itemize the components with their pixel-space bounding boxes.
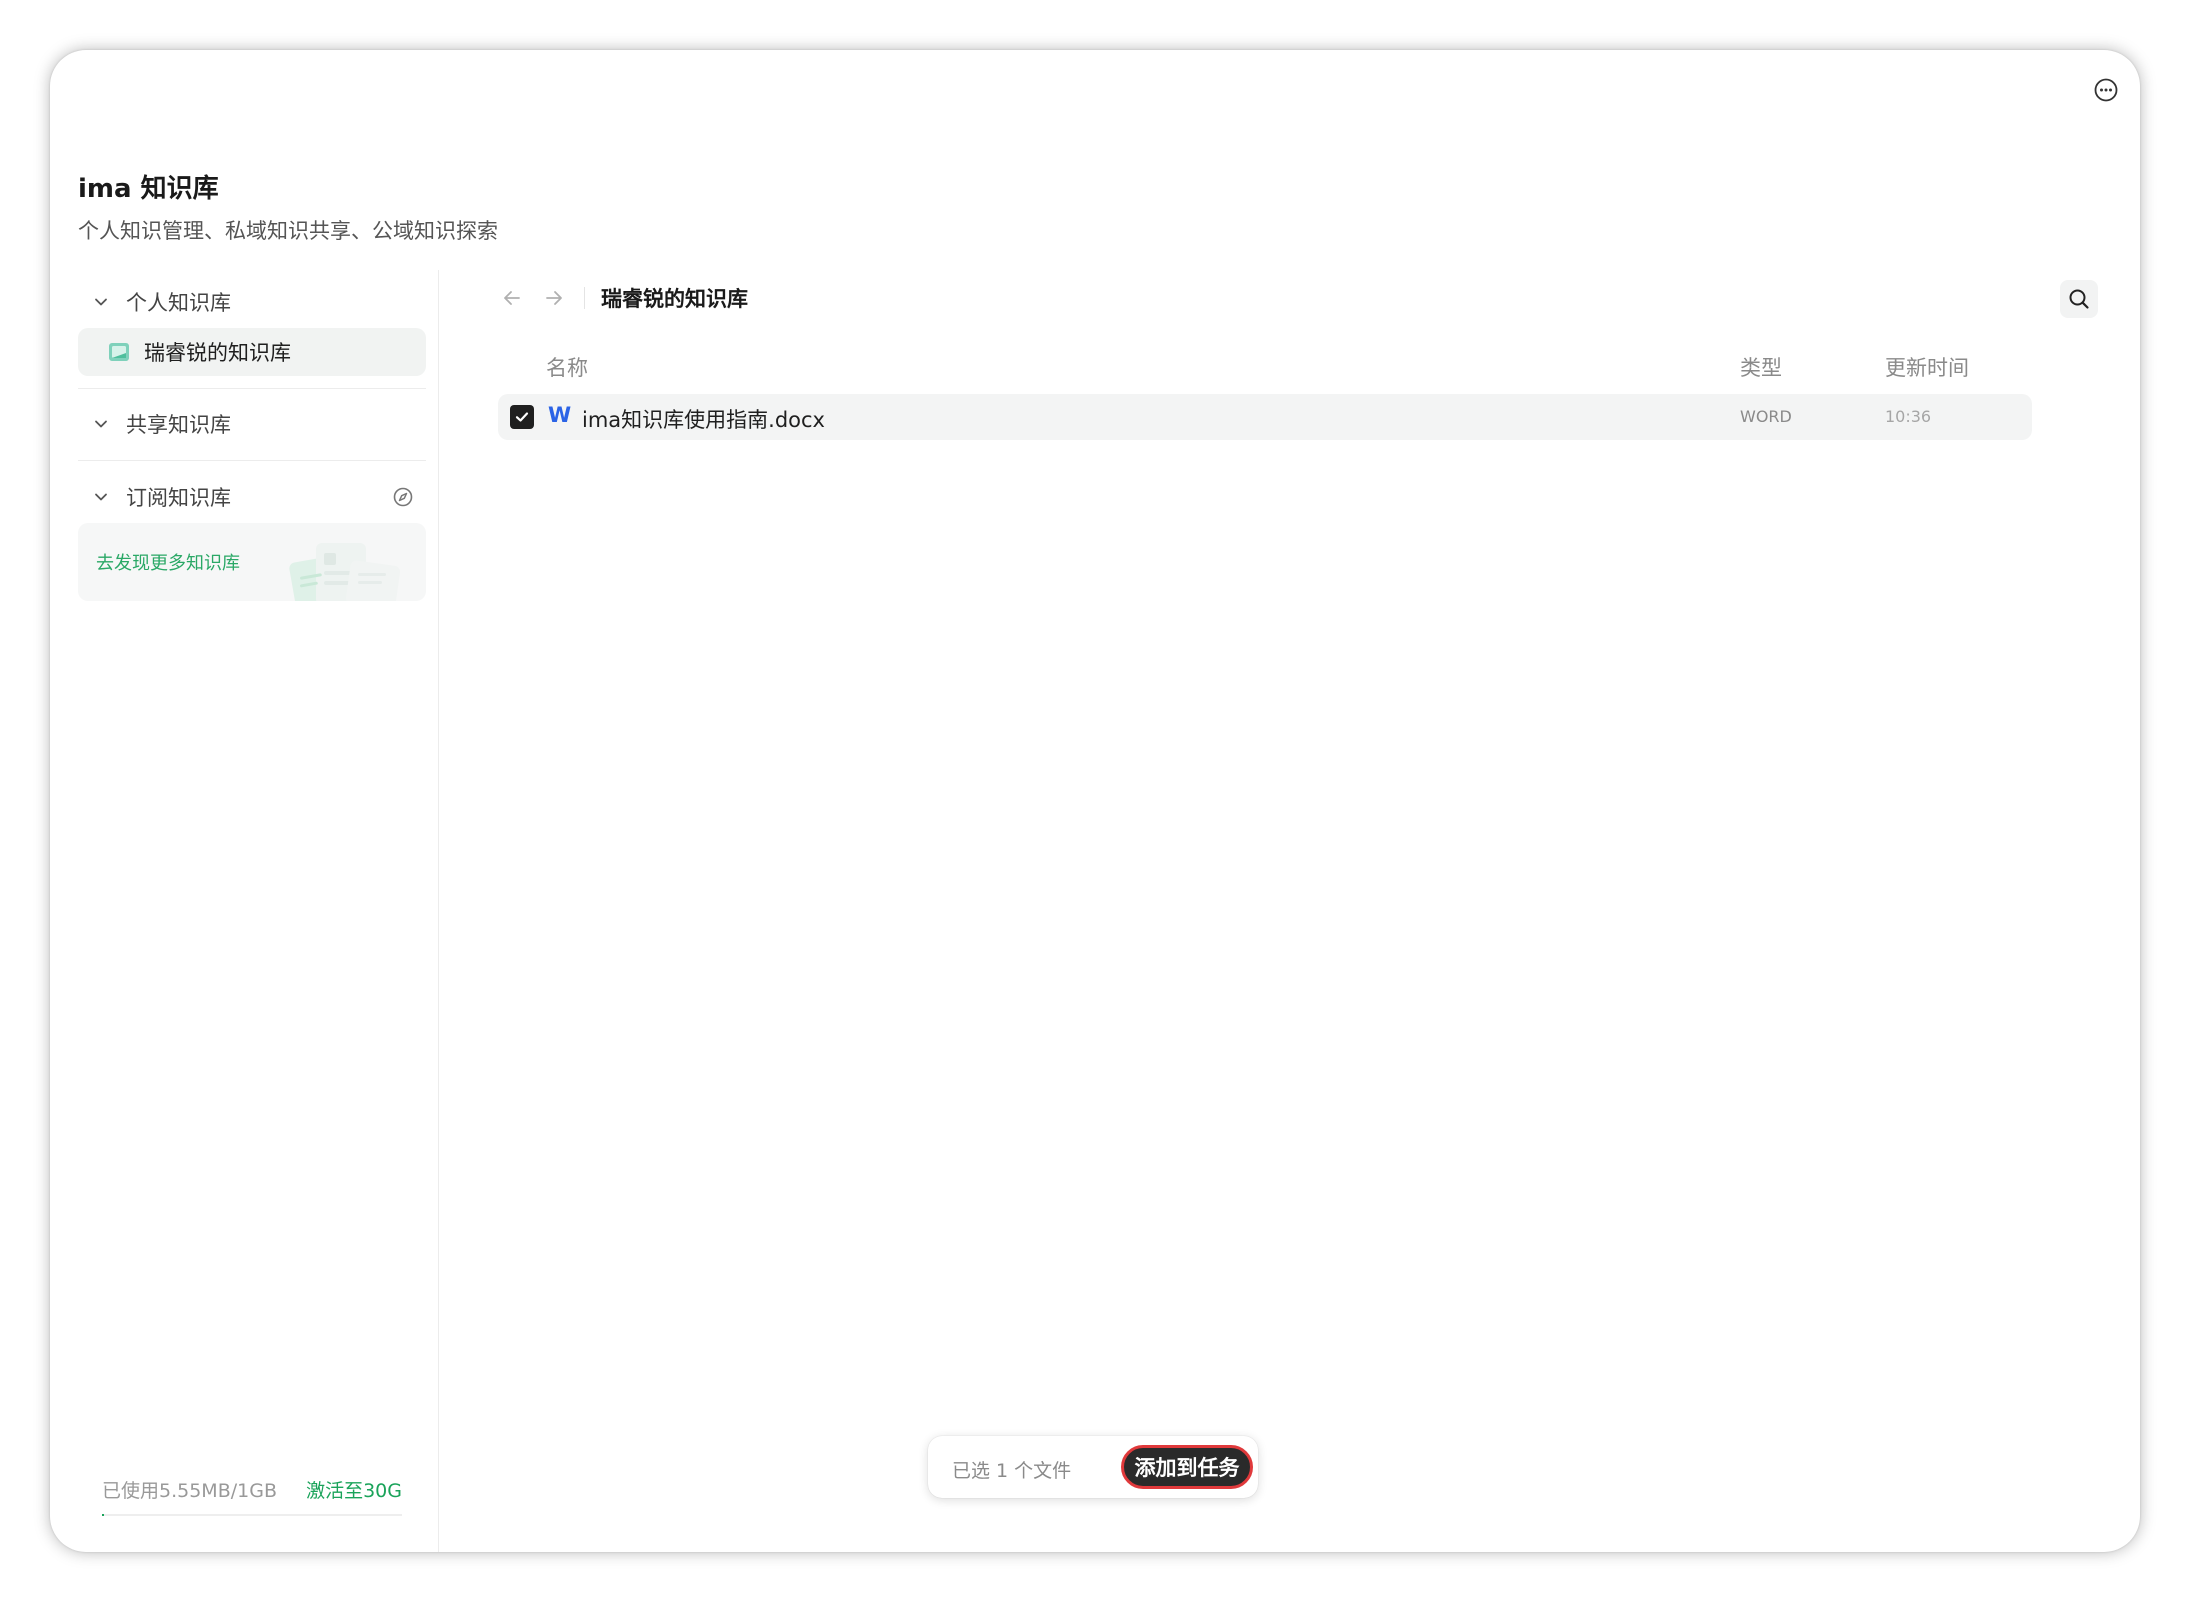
section-personal-knowledge-base[interactable]: 个人知识库 (78, 280, 426, 324)
more-icon (2094, 78, 2118, 102)
sidebar-item-knowledge-base[interactable]: 瑞睿锐的知识库 (78, 328, 426, 376)
forward-button[interactable] (542, 286, 566, 310)
column-header-name[interactable]: 名称 (546, 352, 588, 382)
section-shared-knowledge-base[interactable]: 共享知识库 (78, 402, 426, 446)
file-checkbox[interactable] (510, 405, 534, 429)
compass-icon[interactable] (392, 486, 414, 508)
file-updated-time: 10:36 (1885, 407, 1932, 426)
section-subscribed-knowledge-base[interactable]: 订阅知识库 (78, 475, 426, 519)
app-subtitle: 个人知识管理、私域知识共享、公域知识探索 (78, 219, 498, 243)
main-toolbar: 瑞睿锐的知识库 (500, 282, 748, 314)
checkmark-icon (515, 412, 529, 422)
arrow-right-icon (546, 291, 562, 305)
selection-count: 已选 1 个文件 (952, 1460, 1072, 1482)
chevron-down-icon (92, 415, 110, 433)
section-label: 个人知识库 (126, 291, 231, 315)
back-button[interactable] (500, 286, 524, 310)
search-icon (2069, 289, 2089, 309)
sidebar-divider (438, 270, 439, 1552)
chevron-down-icon (92, 293, 110, 311)
search-button[interactable] (2060, 280, 2098, 318)
activate-storage-link[interactable]: 激活至30G (306, 1476, 402, 1503)
divider (78, 460, 426, 461)
word-file-icon: W (548, 403, 572, 427)
app-title: ima 知识库 (78, 174, 219, 204)
knowledge-base-icon (109, 343, 129, 361)
toolbar-separator (584, 287, 585, 309)
discover-more-card[interactable]: 去发现更多知识库 (78, 523, 426, 601)
storage-progress-fill (102, 1514, 104, 1516)
sidebar-item-label: 瑞睿锐的知识库 (144, 341, 291, 365)
section-label: 订阅知识库 (126, 486, 231, 510)
more-options-button[interactable] (2092, 76, 2120, 104)
documents-illustration (289, 543, 401, 601)
discover-more-link[interactable]: 去发现更多知识库 (96, 549, 240, 575)
chevron-down-icon (92, 488, 110, 506)
file-name[interactable]: ima知识库使用指南.docx (582, 404, 825, 434)
arrow-left-icon (504, 291, 520, 305)
file-type: WORD (1740, 407, 1792, 426)
selection-action-bar: 已选 1 个文件 添加到任务 (928, 1436, 1258, 1498)
divider (78, 388, 426, 389)
column-header-updated[interactable]: 更新时间 (1885, 352, 1969, 382)
column-header-type[interactable]: 类型 (1740, 352, 1782, 382)
breadcrumb: 瑞睿锐的知识库 (601, 287, 748, 311)
table-row[interactable]: W ima知识库使用指南.docx WORD 10:36 (498, 394, 2032, 440)
section-label: 共享知识库 (126, 413, 231, 437)
add-to-task-button[interactable]: 添加到任务 (1121, 1445, 1253, 1489)
storage-used-text: 已使用5.55MB/1GB (102, 1480, 277, 1502)
sidebar: 个人知识库 瑞睿锐的知识库 共享知识库 订阅知识库 去发现更多知识库 已使用5.… (78, 270, 440, 1552)
storage-progress-bar (102, 1514, 402, 1516)
